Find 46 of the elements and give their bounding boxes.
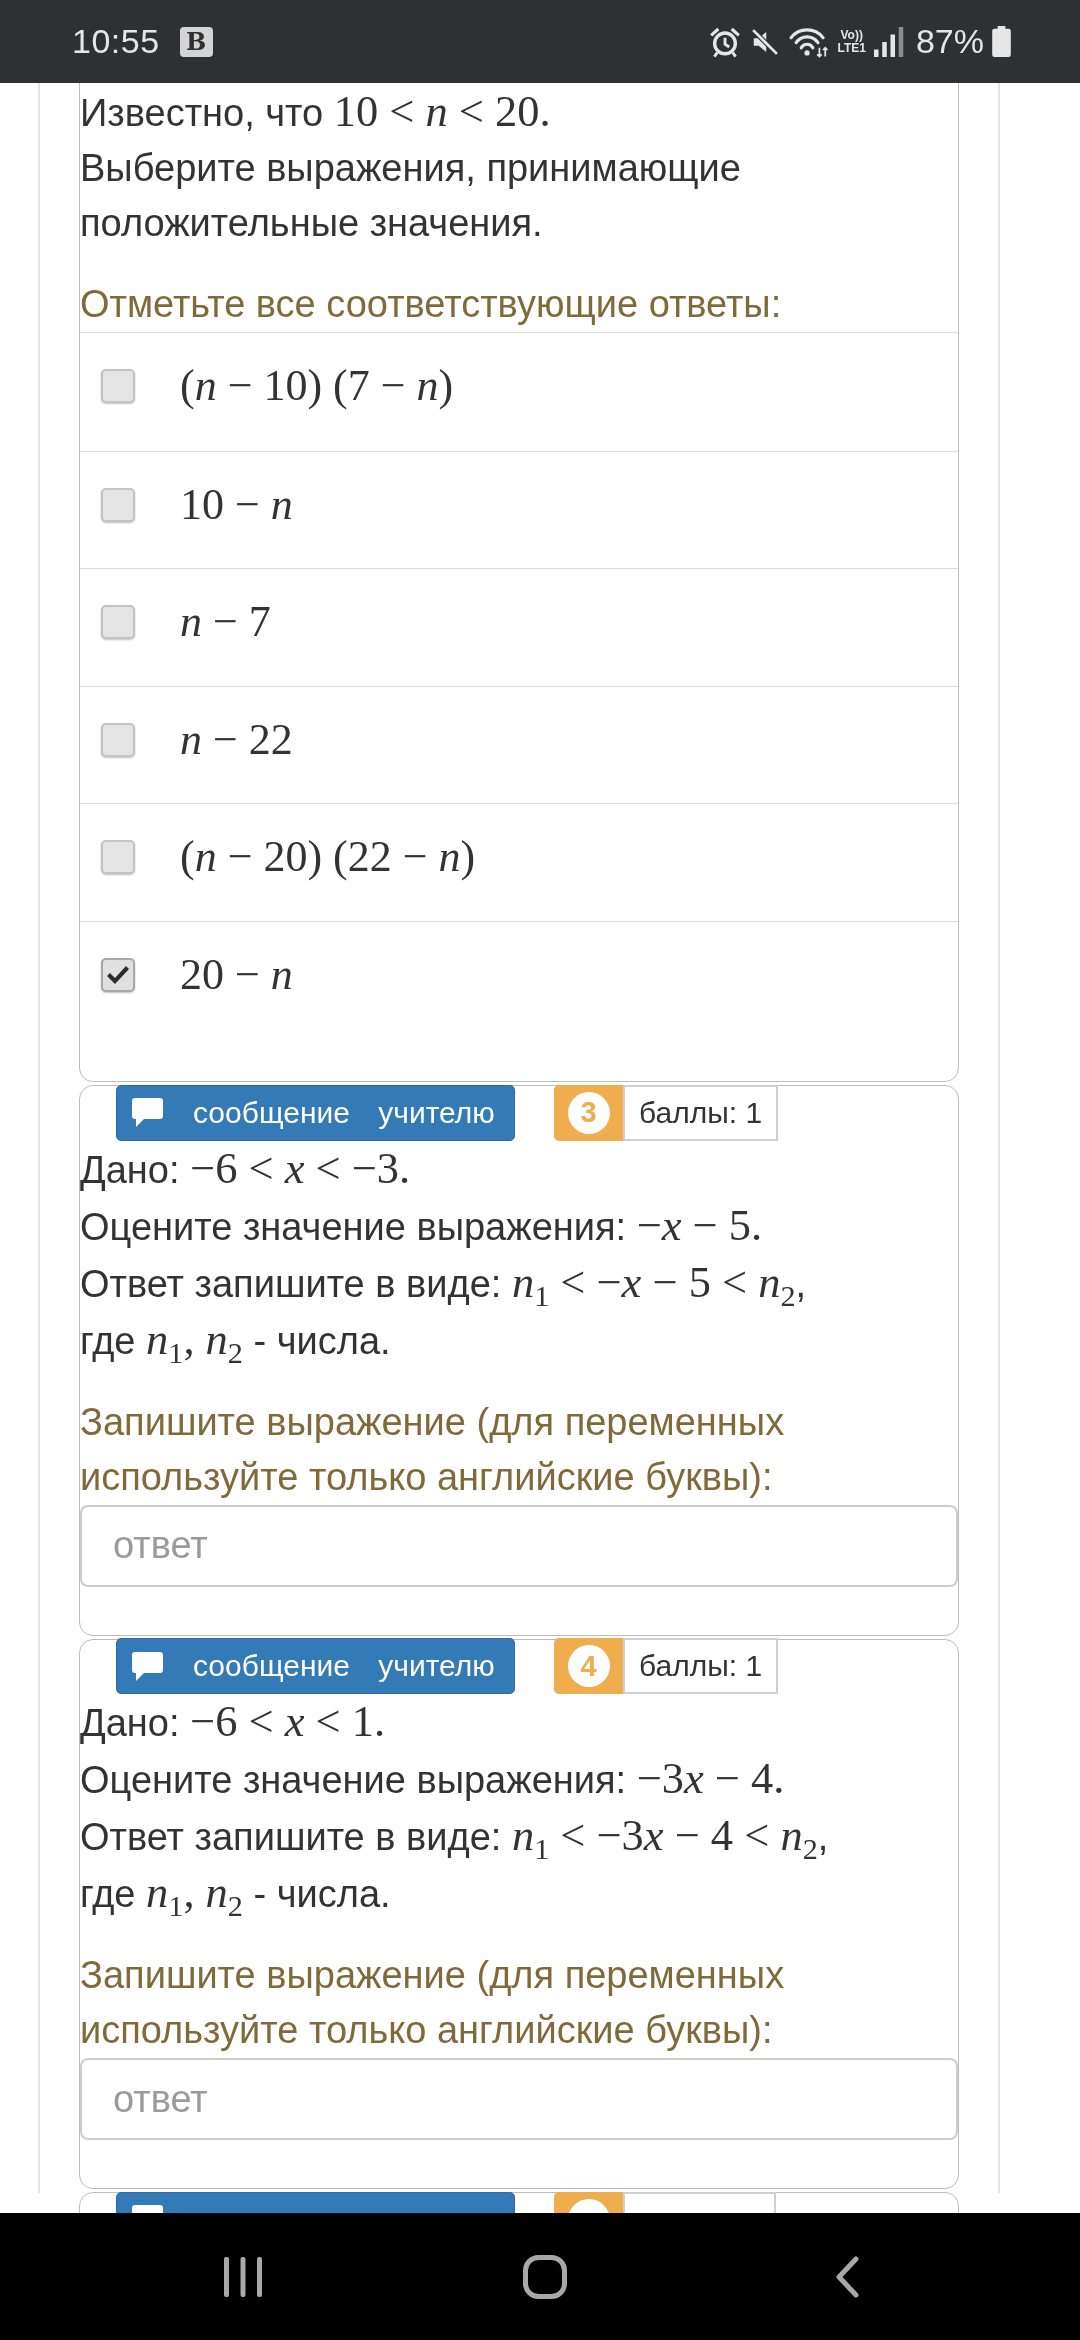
message-teacher-button[interactable]: сообщение учителю <box>116 1638 515 1694</box>
speech-bubble-icon <box>132 1651 163 1681</box>
question-number-badge: 4 <box>554 1638 623 1694</box>
question-text: Оцените значение выражения: −3x − 4. <box>80 1752 786 1805</box>
question-text: Выберите выражения, принимающие положительные значения. <box>80 146 742 246</box>
battery-icon <box>992 26 1011 57</box>
check-icon <box>106 964 130 985</box>
question-text: Дано: −6 < x < 1. <box>80 1695 387 1748</box>
back-icon[interactable] <box>834 2255 860 2298</box>
answer-field[interactable]: ответ <box>80 2058 958 2140</box>
points-tag: баллы: 1 <box>623 1638 779 1694</box>
recent-apps-icon[interactable] <box>224 2256 262 2297</box>
question-text: Оцените значение выражения: −x − 5. <box>80 1198 764 1252</box>
wifi-icon <box>788 25 830 58</box>
points-tag: баллы: 1 <box>623 1084 779 1141</box>
option-expression: 10 − n <box>180 484 293 525</box>
message-teacher-button[interactable]: сообщение учителю <box>116 1084 515 1141</box>
clock-time: 10:55 <box>72 22 160 61</box>
signal-icon <box>873 26 904 57</box>
battery-percentage: 87% <box>915 22 984 61</box>
checkbox[interactable] <box>101 957 135 992</box>
checkbox[interactable] <box>101 840 135 874</box>
checkbox[interactable] <box>101 722 135 757</box>
home-icon[interactable] <box>523 2254 567 2299</box>
answer-instruction: Запишите выражение (для переменных используйте только английские буквы): <box>80 1953 786 2053</box>
question-text: Дано: −6 < x < −3. <box>80 1141 412 1195</box>
network-label: LTE1 <box>837 41 866 55</box>
question-text: Ответ запишите в виде: n$_{1}$ < −3x − 4 < n$_{2}$, <box>80 1809 830 1865</box>
question-text: Ответ запишите в виде: n$_{1}$ < −x − 5 < n$_{2}$, <box>80 1255 808 1312</box>
option-expression: n − 7 <box>180 602 271 642</box>
network-label: Vo)) <box>840 28 863 42</box>
checkbox[interactable] <box>101 369 135 403</box>
checkbox[interactable] <box>101 487 135 522</box>
answer-instruction: Отметьте все соответствующие ответы: <box>80 282 783 327</box>
question-text: Известно, что 10 < n < 20. <box>80 85 552 138</box>
checkbox[interactable] <box>101 605 135 639</box>
speech-bubble-icon <box>132 1098 163 1127</box>
option-expression: 20 − n <box>180 954 293 995</box>
app-notification-icon: B <box>179 26 213 57</box>
answer-field[interactable]: ответ <box>80 1504 958 1587</box>
question-text: где n$_{1}$, n$_{2}$ - числа. <box>80 1866 392 1922</box>
answer-instruction: Запишите выражение (для переменных используйте только английские буквы): <box>80 1399 786 1500</box>
question-number-badge: 3 <box>554 1084 623 1141</box>
mute-icon <box>750 26 781 57</box>
option-expression: n − 22 <box>180 719 293 760</box>
question-text: где n$_{1}$, n$_{2}$ - числа. <box>80 1312 392 1369</box>
